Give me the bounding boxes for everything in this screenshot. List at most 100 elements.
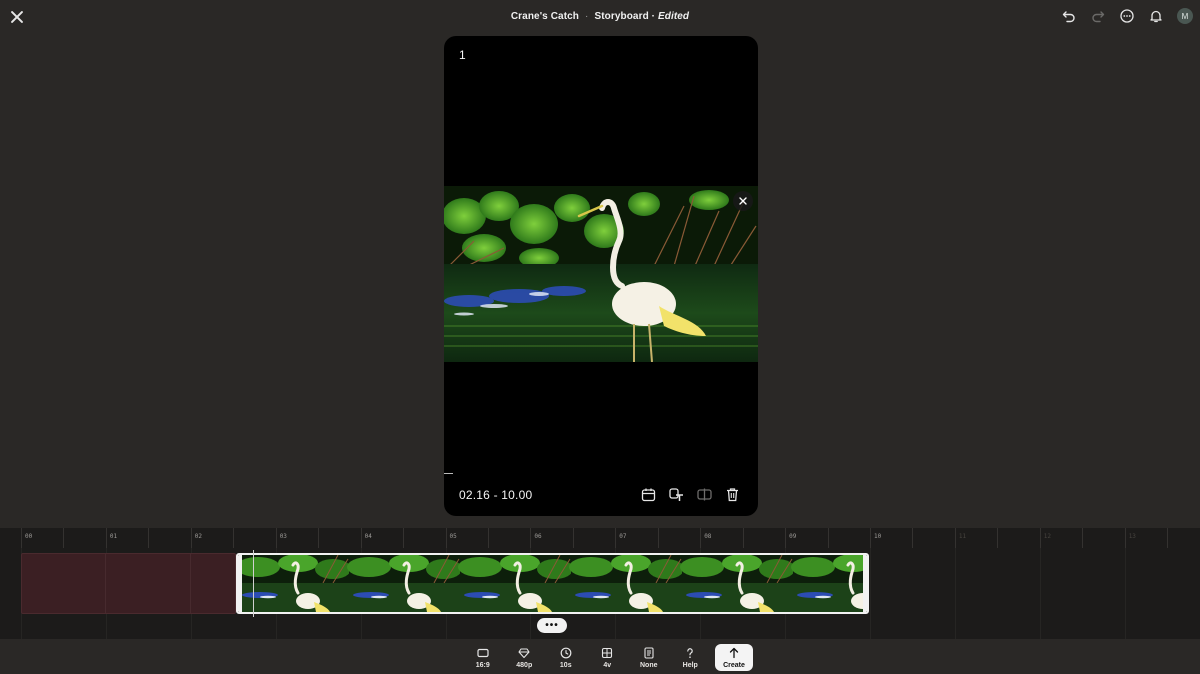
ruler-half-tick [487,528,489,548]
ruler-tick [954,528,956,548]
clock-duration-icon [560,647,572,658]
duration-button[interactable]: 10s [545,644,587,671]
ruler-label: 08 [704,533,712,540]
ruler-label: 09 [789,533,797,540]
ruler-tick [275,528,277,548]
clip-thumbnail-frame [458,555,573,612]
style-preset-button[interactable]: None [628,644,670,671]
create-label: Create [723,661,745,669]
scene-tools [641,487,740,502]
help-button[interactable]: Help [670,644,712,671]
calendar-icon[interactable] [641,487,656,502]
playhead[interactable] [253,550,254,617]
scene-number: 1 [459,48,466,62]
ruler-label: 01 [109,533,118,540]
ruler-label: 06 [534,533,542,540]
undo-icon[interactable] [1061,8,1077,24]
ruler-label: 05 [449,533,457,540]
clip-thumbnail-frame [680,555,795,612]
ruler-tick [700,528,702,548]
ruler-label: 10 [874,533,882,540]
ruler-half-tick [742,528,744,548]
timeline-ruler: 00 01 02 03 04 05 06 07 08 09 10 11 12 13 [0,528,1200,548]
avatar[interactable]: M [1177,8,1193,24]
ruler-half-tick [997,528,999,548]
ruler-label: 04 [364,533,372,540]
project-name: Crane's Catch [510,11,579,22]
ruler-label: 12 [1043,533,1052,540]
clip-thumbnail-frame [347,555,462,612]
ruler-half-tick [572,528,574,548]
trash-icon[interactable] [725,487,740,502]
scene-time-range: 02.16 - 10.00 [459,488,533,502]
edit-status: Edited [657,11,690,22]
resolution-button[interactable]: 480p [504,644,546,671]
redo-icon[interactable] [1090,8,1106,24]
variations-label: 4v [603,661,612,669]
help-label: Help [682,661,698,669]
ruler-tick [785,528,787,548]
clip-thumbnails [238,555,867,612]
ruler-label: 00 [25,533,33,540]
clip-trim-handle-right[interactable] [863,555,867,612]
remove-image-button[interactable] [733,191,753,211]
arrow-up-icon [729,647,739,658]
timeline-gridline [1124,548,1126,639]
generation-toolbar: 16:9 480p 10s 4v None Help Create [462,644,753,671]
aspect-ratio-label: 16:9 [475,661,490,669]
ruler-half-tick [1082,528,1084,548]
ruler-label: 02 [194,533,203,540]
duration-label: 10s [559,661,572,669]
clip-thumbnail-frame [238,555,351,612]
more-options-icon[interactable] [1119,8,1135,24]
variations-icon [602,647,613,658]
ruler-label: 03 [279,533,287,540]
empty-timeline-segment[interactable] [21,553,236,614]
ruler-tick [190,528,192,548]
ruler-tick [105,528,107,548]
progress-indicator [444,473,453,474]
ruler-tick [1124,528,1126,548]
split-icon[interactable] [697,487,712,502]
preview-image [444,186,758,362]
ruler-tick [1039,528,1041,548]
ruler-tick [445,528,447,548]
ruler-tick [615,528,617,548]
resolution-label: 480p [516,661,533,669]
ruler-half-tick [912,528,914,548]
top-actions: M [1061,8,1193,24]
create-button[interactable]: Create [715,644,753,671]
ruler-half-tick [827,528,829,548]
aspect-ratio-button[interactable]: 16:9 [462,644,504,671]
clip-trim-handle-left[interactable] [238,555,242,612]
timeline-gridline [1039,548,1041,639]
ruler-label: 13 [1128,533,1136,540]
timeline: 00 01 02 03 04 05 06 07 08 09 10 11 12 13 [0,528,1200,639]
notification-bell-icon[interactable] [1148,8,1164,24]
clip-thumbnail-frame [791,555,867,612]
variations-button[interactable]: 4v [587,644,629,671]
video-clip-track[interactable] [236,553,869,614]
ruler-half-tick [403,528,405,548]
ruler-half-tick [63,528,65,548]
page-title: Crane's Catch · Storyboard · Edited [510,11,690,22]
clip-thumbnail-frame [569,555,684,612]
timeline-more-button[interactable]: ••• [537,618,567,633]
ruler-half-tick [1167,528,1169,548]
ruler-label: 07 [619,533,627,540]
scene-preview: 1 02.16 - 10.00 [444,36,758,516]
help-icon [687,647,694,658]
ruler-label: 11 [958,533,967,540]
text-overlay-icon[interactable] [669,487,684,502]
ruler-half-tick [233,528,235,548]
view-name: Storyboard [594,11,649,22]
ruler-half-tick [318,528,320,548]
aspect-ratio-icon [477,648,489,657]
style-preset-icon [644,646,654,659]
timeline-gridline [954,548,956,639]
ruler-half-tick [148,528,150,548]
ruler-half-tick [657,528,659,548]
style-preset-label: None [640,661,658,669]
title-separator: · [585,11,589,22]
ruler-tick [360,528,362,548]
